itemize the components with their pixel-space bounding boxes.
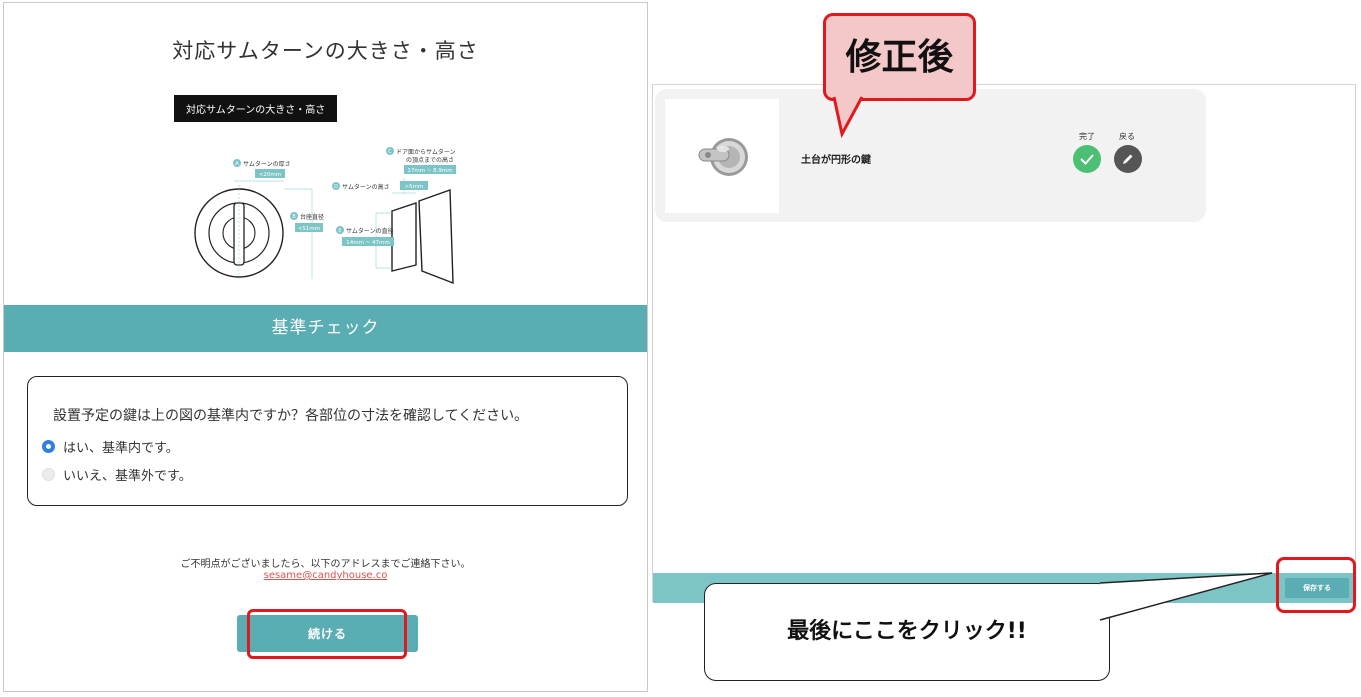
thumbturn-lock-icon xyxy=(698,138,748,176)
lock-thumbnail xyxy=(665,99,779,213)
radio-selected-icon[interactable] xyxy=(42,440,55,453)
radio-unselected-icon[interactable] xyxy=(42,468,55,481)
value-door-to-top: 17mm ~ 8.9mm xyxy=(407,168,452,174)
criteria-check-panel: 対応サムターンの大きさ・高さ A サムターンの厚さ <20mm B 台座直径 <… xyxy=(3,2,648,692)
check-icon xyxy=(1080,154,1094,165)
contact-email-link[interactable]: sesame@candyhouse.co xyxy=(4,570,647,581)
question-card: 設置予定の鍵は上の図の基準内ですか？各部位の寸法を確認してください。 はい、基準… xyxy=(27,376,628,506)
label-knob-height: サムターンの高さ xyxy=(342,183,390,191)
value-knob-diameter: 14mm ~ 47mm xyxy=(346,240,390,246)
marker-e-text: E xyxy=(338,228,341,234)
label-thickness: サムターンの厚さ xyxy=(243,160,291,168)
value-thickness: <20mm xyxy=(259,172,281,178)
label-door-to-top-1: ドア面からサムターン xyxy=(396,148,456,156)
marker-d-text: D xyxy=(334,184,338,190)
done-label: 完了 xyxy=(1079,132,1095,141)
option-within-criteria[interactable]: はい、基準内です。 xyxy=(42,437,179,456)
criteria-check-header: 基準チェック xyxy=(4,305,647,352)
lock-card: 土台が円形の鍵 完了 戻る xyxy=(655,89,1206,222)
marker-b-text: B xyxy=(292,214,296,220)
pencil-icon xyxy=(1123,154,1133,164)
back-label: 戻る xyxy=(1119,132,1135,141)
door-side-view xyxy=(391,202,417,272)
click-here-callout: 最後にここをクリック!! xyxy=(704,583,1110,681)
lock-settings-panel: 土台が円形の鍵 完了 戻る 保存する xyxy=(652,84,1356,603)
question-text: 設置予定の鍵は上の図の基準内ですか？各部位の寸法を確認してください。 xyxy=(53,408,529,424)
after-fix-callout: 修正後 xyxy=(823,13,976,101)
click-here-callout-tail xyxy=(1099,572,1273,621)
label-door-to-top-2: の頂点までの高さ xyxy=(406,156,454,164)
lock-name: 土台が円形の鍵 xyxy=(801,155,871,166)
option-label: いいえ、基準外です。 xyxy=(63,469,192,484)
option-label: はい、基準内です。 xyxy=(63,441,179,456)
after-fix-callout-tail xyxy=(832,96,864,139)
back-edit-button[interactable] xyxy=(1114,145,1142,173)
contact-message: ご不明点がございましたら、以下のアドレスまでご連絡下さい。 xyxy=(180,559,471,570)
marker-c-text: C xyxy=(388,149,392,155)
marker-a-text: A xyxy=(235,161,239,167)
door-panel xyxy=(418,189,454,285)
value-base-diameter: <51mm xyxy=(298,226,320,232)
option-outside-criteria[interactable]: いいえ、基準外です。 xyxy=(42,465,192,484)
value-knob-height: >5mm xyxy=(405,184,424,190)
thumbturn-size-diagram: A サムターンの厚さ <20mm B 台座直径 <51mm C ドア面からサムタ… xyxy=(164,93,484,293)
diagram-caption: 対応サムターンの大きさ・高さ xyxy=(174,95,338,122)
label-knob-diameter: サムターンの直径 xyxy=(346,227,394,235)
continue-highlight-box xyxy=(247,609,407,659)
page-title: 対応サムターンの大きさ・高さ xyxy=(172,39,479,63)
thumbturn-diagram-graphic: A サムターンの厚さ <20mm B 台座直径 <51mm C ドア面からサムタ… xyxy=(194,147,456,285)
label-base-diameter: 台座直径 xyxy=(300,213,324,221)
done-button[interactable] xyxy=(1073,145,1101,173)
